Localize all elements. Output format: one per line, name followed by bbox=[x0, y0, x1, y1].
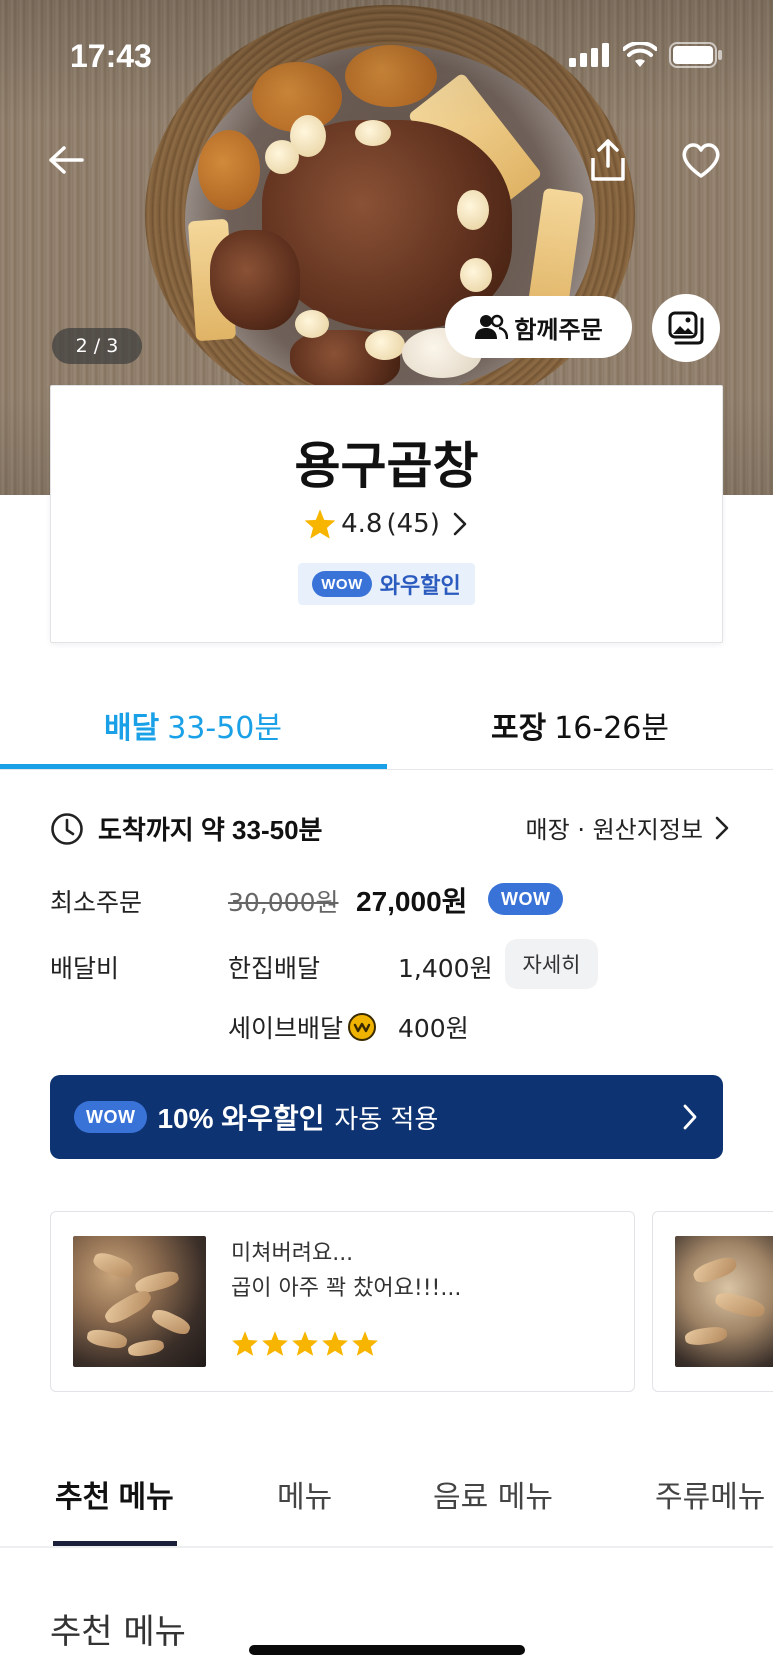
star-icon bbox=[292, 1331, 318, 1356]
fee-amount-save: 400원 bbox=[398, 1014, 469, 1043]
tab-pickup[interactable]: 포장 16-26분 bbox=[387, 680, 773, 770]
wow-banner-text: 자동 적용 bbox=[334, 1104, 439, 1135]
tab-alcohol-menu[interactable]: 주류메뉴 bbox=[655, 1472, 765, 1516]
min-order-price: 27,000원 bbox=[356, 886, 468, 917]
tab-pickup-label: 포장 bbox=[491, 712, 547, 745]
active-tab-indicator bbox=[0, 764, 387, 769]
min-order-wow-badge: WOW bbox=[488, 883, 564, 915]
chevron-right-icon bbox=[453, 512, 467, 536]
review-line-1: 미쳐버려요... bbox=[231, 1241, 354, 1266]
tab-delivery[interactable]: 배달 33-50분 bbox=[0, 680, 386, 770]
together-order-button[interactable]: 함께주문 bbox=[445, 296, 632, 358]
store-origin-info-link[interactable]: 매장 · 원산지정보 bbox=[526, 810, 731, 845]
share-button[interactable] bbox=[580, 132, 636, 188]
wow-logo: WOW bbox=[488, 883, 564, 915]
min-order-original-price: 30,000원 bbox=[228, 888, 339, 917]
image-counter: 2 / 3 bbox=[52, 328, 142, 364]
fee-amount-single: 1,400원 bbox=[398, 954, 493, 983]
wow-discount-label: 와우할인 bbox=[379, 573, 461, 598]
fee-detail-button[interactable]: 자세히 bbox=[505, 939, 598, 989]
tab-recommended-menu[interactable]: 추천 메뉴 bbox=[55, 1472, 174, 1516]
save-delivery-icon bbox=[348, 1013, 377, 1041]
review-text: 미쳐버려요... 곱이 아주 꽉 찼어요!!!... bbox=[231, 1236, 461, 1306]
share-icon bbox=[591, 139, 625, 181]
review-line-2: 곱이 아주 꽉 찼어요!!!... bbox=[231, 1276, 462, 1301]
review-stars bbox=[231, 1330, 379, 1357]
people-icon bbox=[475, 314, 509, 340]
wifi-icon bbox=[623, 42, 657, 67]
review-photo bbox=[675, 1236, 773, 1367]
fee-type-save: 세이브배달 bbox=[228, 1014, 344, 1043]
status-icons bbox=[569, 42, 723, 68]
store-origin-label: 매장 · 원산지정보 bbox=[525, 816, 703, 844]
review-card[interactable]: 미쳐버려요... 곱이 아주 꽉 찼어요!!!... bbox=[50, 1211, 635, 1392]
arrival-label: 도착까지 약 33-50분 bbox=[98, 815, 323, 845]
store-name: 용구곱창 bbox=[294, 438, 479, 494]
wow-discount-banner[interactable]: WOW 10% 와우할인 자동 적용 bbox=[50, 1075, 723, 1159]
tab-drinks-menu[interactable]: 음료 메뉴 bbox=[433, 1472, 553, 1516]
status-time: 17:43 bbox=[70, 38, 152, 74]
chevron-right-icon bbox=[715, 816, 729, 839]
delivery-fee-label: 배달비 bbox=[50, 954, 120, 983]
heart-icon bbox=[682, 143, 720, 178]
fee-type-single: 한집배달 bbox=[228, 954, 321, 983]
star-icon bbox=[262, 1331, 288, 1356]
wow-logo: WOW bbox=[312, 571, 372, 597]
store-info-card: 용구곱창 4.8 (45) WOW 와우할인 bbox=[50, 385, 723, 643]
review-count: (45) bbox=[386, 509, 440, 539]
fee-type-save-row: 세이브배달 bbox=[228, 1009, 377, 1045]
star-icon bbox=[322, 1331, 348, 1356]
store-rating[interactable]: 4.8 (45) bbox=[51, 508, 722, 540]
back-button[interactable] bbox=[38, 132, 94, 188]
gallery-icon bbox=[668, 311, 704, 345]
star-icon bbox=[304, 509, 336, 539]
tab-delivery-time: 33-50분 bbox=[167, 711, 282, 746]
delivery-mode-tabs: 배달 33-50분 포장 16-26분 bbox=[0, 680, 773, 770]
active-menu-tab-indicator bbox=[53, 1541, 177, 1546]
together-order-label: 함께주문 bbox=[514, 316, 603, 344]
section-title: 추천 메뉴 bbox=[50, 1612, 186, 1652]
arrow-left-icon bbox=[49, 146, 84, 174]
tab-menu[interactable]: 메뉴 bbox=[277, 1472, 332, 1516]
arrival-time: 도착까지 약 33-50분 bbox=[50, 810, 322, 847]
rating-value: 4.8 bbox=[341, 509, 383, 539]
wow-logo: WOW bbox=[74, 1101, 148, 1133]
favorite-button[interactable] bbox=[673, 132, 729, 188]
battery-icon bbox=[669, 42, 722, 68]
home-indicator[interactable] bbox=[249, 1645, 525, 1655]
clock-icon bbox=[51, 812, 83, 845]
review-card-next[interactable] bbox=[652, 1211, 773, 1392]
star-icon bbox=[232, 1331, 258, 1356]
wow-discount-badge: WOW 와우할인 bbox=[298, 563, 475, 605]
review-photo bbox=[73, 1236, 206, 1367]
star-icon bbox=[352, 1331, 378, 1356]
tab-pickup-time: 16-26분 bbox=[554, 711, 669, 746]
photo-gallery-button[interactable] bbox=[652, 294, 720, 362]
tab-delivery-label: 배달 bbox=[104, 712, 160, 745]
min-order-label: 최소주문 bbox=[50, 888, 143, 917]
menu-category-tabs: 추천 메뉴 메뉴 음료 메뉴 주류메뉴 bbox=[0, 1440, 773, 1548]
chevron-right-icon bbox=[683, 1104, 697, 1130]
wow-banner-highlight: 10% 와우할인 bbox=[157, 1103, 325, 1134]
signal-icon bbox=[569, 43, 609, 67]
